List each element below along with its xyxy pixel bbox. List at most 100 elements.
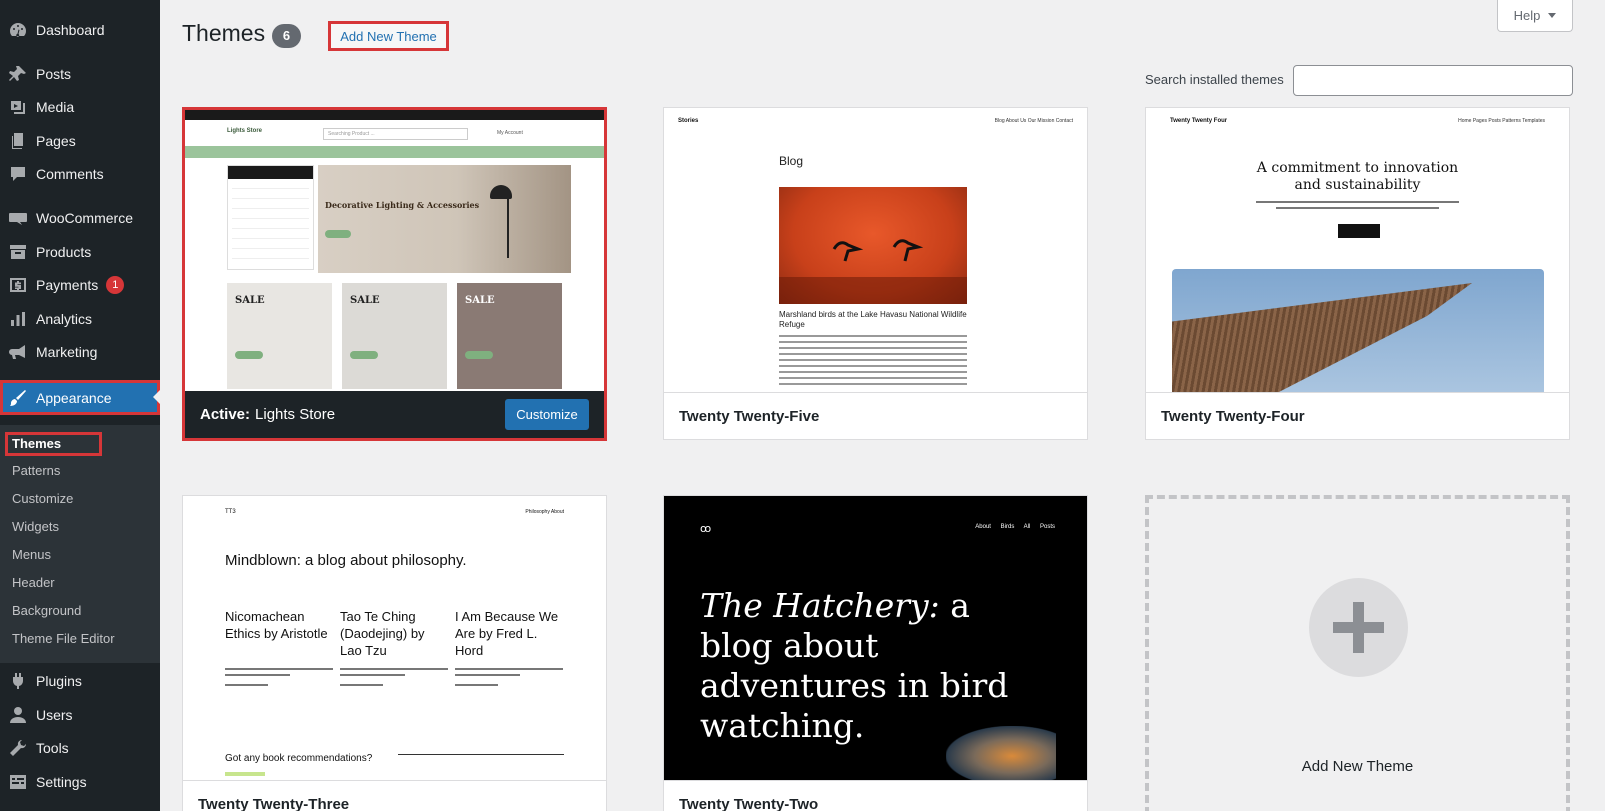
- menu-pages[interactable]: Pages: [0, 124, 160, 158]
- theme-name: Twenty Twenty-Four: [1146, 392, 1569, 439]
- menu-settings[interactable]: Settings: [0, 765, 160, 799]
- preview-rule: [398, 754, 564, 755]
- theme-card-lights-store[interactable]: Lights Store Searching Product ... My Ac…: [182, 107, 607, 441]
- dollar-icon: [8, 275, 28, 295]
- submenu-theme-file-editor[interactable]: Theme File Editor: [12, 628, 115, 650]
- menu-dashboard[interactable]: Dashboard: [0, 13, 160, 47]
- theme-card-twenty-twenty-four[interactable]: Twenty Twenty Four Home Pages Posts Patt…: [1145, 107, 1570, 440]
- submenu-patterns[interactable]: Patterns: [12, 460, 60, 482]
- menu-products[interactable]: Products: [0, 235, 160, 269]
- preview-post-excerpt: [455, 668, 563, 690]
- submenu-widgets[interactable]: Widgets: [12, 516, 59, 538]
- lamp-stand-shape: [507, 198, 509, 258]
- preview-post-title: Tao Te Ching (Daodejing) by Lao Tzu: [340, 609, 425, 658]
- preview-site-title: Twenty Twenty Four: [1170, 118, 1228, 124]
- submenu-themes[interactable]: Themes: [5, 432, 102, 456]
- archive-icon: [8, 242, 28, 262]
- menu-tools[interactable]: Tools: [0, 731, 160, 765]
- preview-nav: [185, 146, 604, 158]
- add-new-theme-card[interactable]: Add New Theme: [1145, 495, 1570, 811]
- preview-caption: Marshland birds at the Lake Havasu Natio…: [779, 310, 967, 329]
- preview-bird-image: [779, 187, 967, 304]
- submenu-customize[interactable]: Customize: [12, 488, 73, 510]
- pages-icon: [8, 131, 28, 151]
- help-tab-button[interactable]: Help: [1497, 0, 1573, 32]
- theme-screenshot[interactable]: Lights Store Searching Product ... My Ac…: [185, 110, 604, 391]
- plugin-icon: [8, 671, 28, 691]
- add-new-theme-label: Add New Theme: [1301, 758, 1414, 775]
- preview-nav-links: Philosophy About: [525, 509, 564, 515]
- appearance-submenu: Themes Patterns Customize Widgets Menus …: [0, 425, 160, 663]
- preview-post-excerpt: [225, 668, 333, 690]
- menu-label: Analytics: [36, 311, 93, 327]
- theme-screenshot[interactable]: ꝏ About Birds All Posts The Hatchery: a …: [664, 496, 1087, 780]
- preview-sale-card: SALE: [227, 283, 332, 389]
- search-label: Search installed themes: [1145, 72, 1284, 87]
- page-title: Themes: [182, 20, 266, 46]
- theme-name: Twenty Twenty-Three: [183, 780, 606, 811]
- menu-marketing[interactable]: Marketing: [0, 335, 160, 369]
- preview-nav-links: Home Pages Posts Patterns Templates: [1458, 118, 1545, 124]
- add-new-theme-button[interactable]: Add New Theme: [328, 21, 449, 51]
- menu-label: Settings: [36, 774, 87, 790]
- theme-name: Twenty Twenty-Five: [664, 392, 1087, 439]
- preview-logo: Lights Store: [227, 128, 263, 134]
- menu-posts[interactable]: Posts: [0, 57, 160, 91]
- preview-heading: Blog: [779, 154, 804, 168]
- theme-name: Lights Store: [255, 406, 336, 423]
- search-themes-input[interactable]: [1293, 65, 1573, 96]
- menu-label: Pages: [36, 133, 76, 149]
- preview-hero-button: [325, 230, 351, 238]
- theme-count-badge: 6: [272, 24, 301, 48]
- plus-icon: [1309, 578, 1408, 677]
- menu-woocommerce[interactable]: WooCommerce: [0, 201, 160, 235]
- preview-category-list: [227, 165, 314, 270]
- theme-screenshot[interactable]: Stories Blog About Us Our Mission Contac…: [664, 108, 1087, 392]
- menu-media[interactable]: Media: [0, 90, 160, 124]
- preview-hero: [318, 165, 571, 273]
- chart-bar-icon: [8, 309, 28, 329]
- preview-nav-links: Blog About Us Our Mission Contact: [994, 118, 1073, 124]
- theme-card-twenty-twenty-three[interactable]: TT3 Philosophy About Mindblown: a blog a…: [182, 495, 607, 811]
- menu-label: Posts: [36, 66, 72, 82]
- comment-icon: [8, 164, 28, 184]
- submenu-background[interactable]: Background: [12, 600, 81, 622]
- menu-label: Dashboard: [36, 22, 105, 38]
- theme-screenshot[interactable]: Twenty Twenty Four Home Pages Posts Patt…: [1146, 108, 1569, 392]
- preview-logo: ꝏ: [700, 523, 711, 535]
- preview-post-excerpt: [340, 668, 448, 690]
- menu-label: Tools: [36, 740, 69, 756]
- payments-badge: 1: [106, 276, 125, 294]
- submenu-menus[interactable]: Menus: [12, 544, 51, 566]
- media-icon: [8, 97, 28, 117]
- preview-post-title: Nicomachean Ethics by Aristotle: [225, 609, 328, 641]
- theme-card-twenty-twenty-two[interactable]: ꝏ About Birds All Posts The Hatchery: a …: [663, 495, 1088, 811]
- menu-comments[interactable]: Comments: [0, 157, 160, 191]
- menu-label: Payments: [36, 277, 99, 293]
- preview-body-text: [1256, 201, 1459, 213]
- menu-payments[interactable]: Payments 1: [0, 268, 160, 302]
- menu-users[interactable]: Users: [0, 698, 160, 732]
- theme-card-twenty-twenty-five[interactable]: Stories Blog About Us Our Mission Contac…: [663, 107, 1088, 440]
- preview-hero-title: Decorative Lighting & Accessories: [325, 200, 480, 210]
- preview-accent-bar: [225, 772, 265, 776]
- menu-label: Media: [36, 99, 75, 115]
- menu-plugins[interactable]: Plugins: [0, 664, 160, 698]
- preview-bird-illustration: [946, 726, 1056, 780]
- help-label: Help: [1513, 8, 1541, 23]
- preview-post-title: I Am Because We Are by Fred L. Hord: [455, 609, 559, 658]
- menu-appearance[interactable]: Appearance: [0, 380, 160, 415]
- preview-building-image: [1172, 269, 1544, 392]
- menu-analytics[interactable]: Analytics: [0, 302, 160, 336]
- theme-screenshot[interactable]: TT3 Philosophy About Mindblown: a blog a…: [183, 496, 606, 780]
- active-prefix: Active:: [200, 406, 251, 423]
- customize-button[interactable]: Customize: [505, 399, 589, 430]
- preview-learn-more-button: [1338, 224, 1380, 238]
- preview-search: Searching Product ...: [323, 128, 468, 140]
- admin-sidebar: Dashboard Posts Media Pages Comments Woo…: [0, 0, 160, 811]
- preview-account: My Account: [497, 130, 523, 136]
- menu-label: WooCommerce: [36, 210, 133, 226]
- preview-site-title: Stories: [678, 118, 699, 124]
- submenu-header[interactable]: Header: [12, 572, 55, 594]
- theme-name: Twenty Twenty-Two: [664, 780, 1087, 811]
